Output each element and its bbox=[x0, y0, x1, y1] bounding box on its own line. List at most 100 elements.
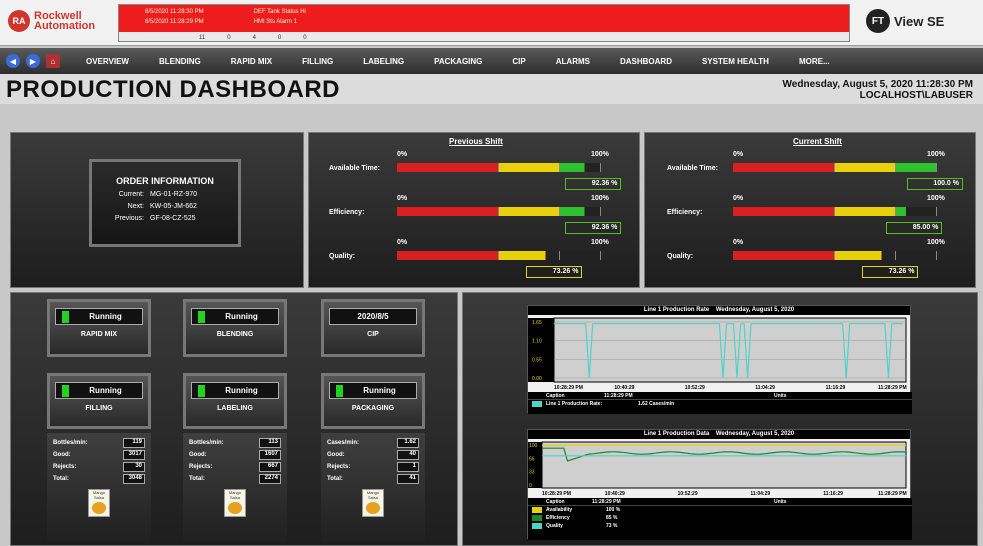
meter-label: Quality: bbox=[329, 253, 356, 260]
status-display: Running bbox=[329, 382, 417, 399]
unit-status-packaging[interactable]: Running PACKAGING bbox=[321, 373, 425, 429]
plot-area[interactable] bbox=[541, 441, 907, 489]
counter-value: 3017 bbox=[123, 450, 145, 460]
meter-zone bbox=[499, 163, 561, 172]
counter-row: Rejects: 667 bbox=[183, 461, 287, 473]
unit-status-labeling[interactable]: Running LABELING bbox=[183, 373, 287, 429]
unit-name: CIP bbox=[367, 331, 379, 338]
nav-system-health[interactable]: SYSTEM HEALTH bbox=[702, 57, 769, 66]
title-bar: PRODUCTION DASHBOARD Wednesday, August 5… bbox=[0, 74, 983, 104]
unit-status-text: Running bbox=[89, 312, 122, 321]
unit-counters: Bottles/min: 119 Good: 3017 Rejects: 30 Total:… bbox=[47, 433, 151, 541]
x-tick-label: 11:28:29 PM bbox=[878, 385, 907, 390]
unit-name: LABELING bbox=[217, 405, 253, 412]
order-title: ORDER INFORMATION bbox=[116, 176, 214, 186]
meter-label: Efficiency: bbox=[329, 209, 365, 216]
alarm-row[interactable]: 8/5/2020 11:28:29 PM HMI Sts Alarm 1 bbox=[145, 19, 297, 25]
forward-arrow-icon[interactable]: ▶ bbox=[26, 54, 40, 68]
meter-bar bbox=[733, 207, 937, 216]
unit-status-cip[interactable]: 2020/8/5 CIP bbox=[321, 299, 425, 357]
status-display: Running bbox=[191, 308, 279, 325]
order-information-box: ORDER INFORMATION Current: MG-01-RZ-970 N… bbox=[89, 159, 241, 247]
meter-min-label: 0% bbox=[733, 151, 744, 158]
unit-status-filling[interactable]: Running FILLING bbox=[47, 373, 151, 429]
counter-label: Good: bbox=[189, 452, 207, 458]
meter-bar bbox=[733, 163, 937, 172]
counter-row: Total: 2274 bbox=[183, 473, 287, 485]
status-display: Running bbox=[55, 382, 143, 399]
nav-blending[interactable]: BLENDING bbox=[159, 57, 201, 66]
legend-swatch bbox=[532, 523, 542, 529]
counter-label: Good: bbox=[53, 452, 71, 458]
home-icon[interactable]: ⌂ bbox=[46, 54, 60, 68]
meter-zone bbox=[896, 163, 937, 172]
nav-rapid-mix[interactable]: RAPID MIX bbox=[231, 57, 272, 66]
unit-name: RAPID MIX bbox=[80, 331, 118, 338]
counter-label: Cases/min: bbox=[327, 440, 360, 446]
meter-zone bbox=[733, 163, 835, 172]
counter-value: 1.62 bbox=[397, 438, 419, 448]
meter-zone bbox=[896, 207, 937, 216]
meter-zone bbox=[835, 207, 897, 216]
x-tick-label: 10:40:29 bbox=[605, 491, 625, 497]
y-tick-label: 66 bbox=[529, 456, 535, 462]
meter-zone bbox=[560, 163, 601, 172]
nav-more[interactable]: MORE... bbox=[799, 57, 830, 66]
alarm-row[interactable]: 8/5/2020 11:28:30 PM DEF Tank Status Hi bbox=[145, 9, 306, 15]
meter-min-label: 0% bbox=[733, 239, 744, 246]
y-tick-label: 100 bbox=[529, 443, 538, 449]
meter-value-box: 85.00 % bbox=[886, 222, 943, 234]
unit-status-rapid-mix[interactable]: Running RAPID MIX bbox=[47, 299, 151, 357]
current-user: LOCALHOST\LABUSER bbox=[859, 90, 973, 101]
unit-status-blending[interactable]: Running BLENDING bbox=[183, 299, 287, 357]
production-data-plot[interactable]: 100 66 33 0 10:28:29 PM 10:40:29 10:52:29 11:04… bbox=[528, 440, 912, 498]
meter-max-label: 100% bbox=[591, 151, 609, 158]
unit-status-text: Running bbox=[363, 386, 396, 395]
meter-zone bbox=[499, 251, 561, 260]
meter-max-label: 100% bbox=[927, 195, 945, 202]
unit-counters: Bottles/min: 113 Good: 1607 Rejects: 667 Total… bbox=[183, 433, 287, 541]
trends-panel: Line 1 Production Rate Wednesday, August… bbox=[462, 292, 978, 546]
plot-area[interactable] bbox=[553, 317, 907, 383]
meter-zone bbox=[397, 163, 499, 172]
legend-caption: Line 1 Production Rate: bbox=[546, 401, 603, 407]
counter-value: 30 bbox=[123, 462, 145, 472]
counter-value: 1 bbox=[397, 462, 419, 472]
meter-min-label: 0% bbox=[397, 239, 408, 246]
nav-dashboard[interactable]: DASHBOARD bbox=[620, 57, 672, 66]
meter-min-label: 0% bbox=[397, 195, 408, 202]
back-arrow-icon[interactable]: ◀ bbox=[6, 54, 20, 68]
meter-zone bbox=[560, 251, 601, 260]
production-data-trend[interactable]: Line 1 Production Data Wednesday, August… bbox=[527, 429, 912, 540]
nav-alarms[interactable]: ALARMS bbox=[556, 57, 590, 66]
nav-packaging[interactable]: PACKAGING bbox=[434, 57, 482, 66]
nav-cip[interactable]: CIP bbox=[512, 57, 525, 66]
status-display: Running bbox=[191, 382, 279, 399]
counter-value: 113 bbox=[259, 438, 281, 448]
production-rate-plot[interactable]: 1.65 1.10 0.55 0.00 10:28:29 PM 10:40:29 10:52… bbox=[528, 316, 912, 390]
meter-zone bbox=[835, 251, 897, 260]
mango-salsa-product-icon: Mango Salsa bbox=[88, 489, 110, 517]
alarm-banner[interactable]: 8/5/2020 11:28:30 PM DEF Tank Status Hi … bbox=[118, 4, 850, 42]
nav-filling[interactable]: FILLING bbox=[302, 57, 333, 66]
factorytalk-view-logo: FT View SE bbox=[866, 9, 944, 33]
x-tick-label: 11:16:29 bbox=[823, 491, 843, 497]
previous-shift-title: Previous Shift bbox=[449, 137, 503, 146]
meter-label: Quality: bbox=[667, 253, 694, 260]
counter-row: Rejects: 1 bbox=[321, 461, 425, 473]
meter-value-box: 92.36 % bbox=[565, 222, 622, 234]
meter-zone bbox=[397, 251, 499, 260]
x-tick-label: 11:04:29 bbox=[755, 385, 775, 390]
meter-value-box: 73.26 % bbox=[862, 266, 919, 278]
x-tick-label: 10:52:29 bbox=[685, 385, 705, 390]
legend-caption: Availability bbox=[546, 507, 573, 513]
nav-overview[interactable]: OVERVIEW bbox=[86, 57, 129, 66]
production-rate-trend[interactable]: Line 1 Production Rate Wednesday, August… bbox=[527, 305, 912, 414]
counter-row: Total: 41 bbox=[321, 473, 425, 485]
page-title: PRODUCTION DASHBOARD bbox=[6, 76, 340, 103]
alarm-list[interactable]: 8/5/2020 11:28:30 PM DEF Tank Status Hi … bbox=[119, 5, 849, 32]
order-row: Next: KW-05-JM-662 bbox=[127, 203, 197, 210]
nav-labeling[interactable]: LABELING bbox=[363, 57, 404, 66]
counter-label: Total: bbox=[189, 476, 205, 482]
meter-value-box: 92.36 % bbox=[565, 178, 622, 190]
